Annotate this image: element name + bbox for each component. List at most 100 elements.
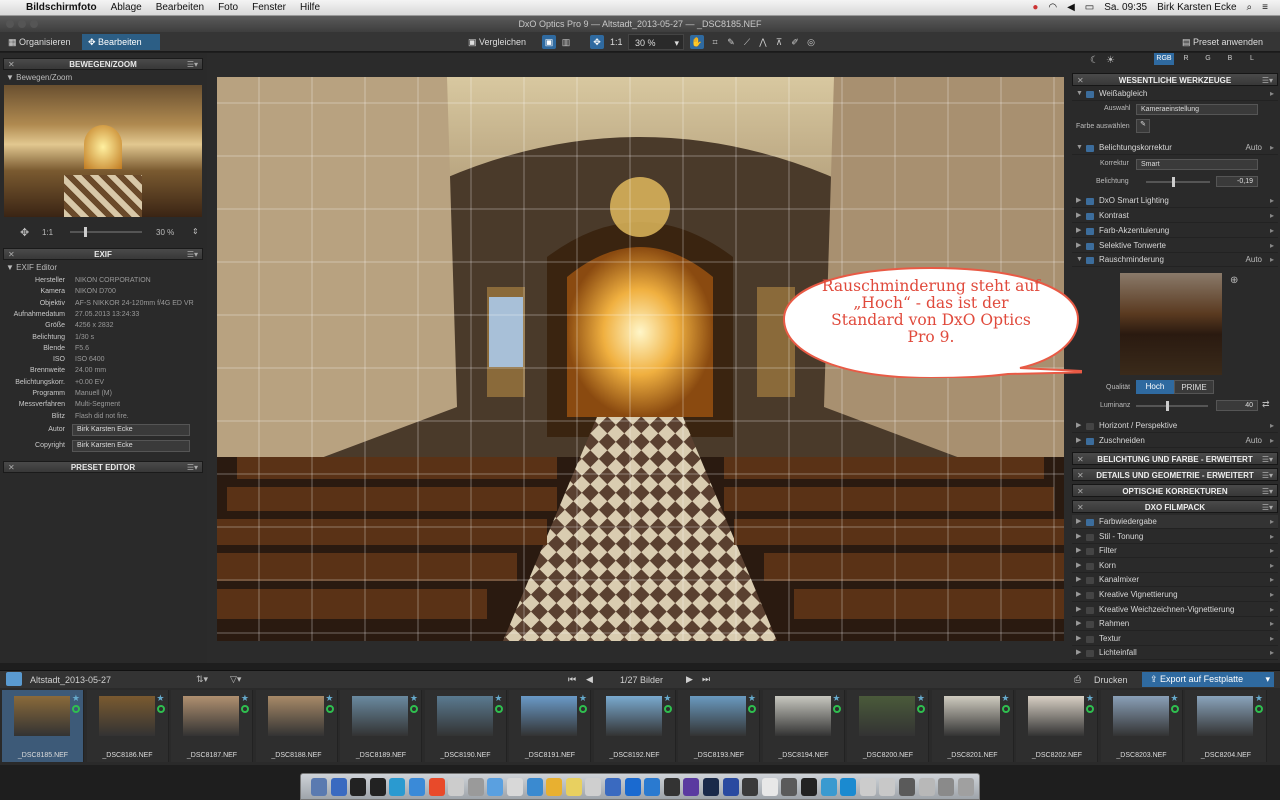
luminance-slider-thumb[interactable] bbox=[1166, 401, 1169, 411]
section-exposure-advanced[interactable]: ✕ BELICHTUNG UND FARBE - ERWEITERT ☰▾ bbox=[1072, 452, 1278, 465]
dock-app-icon[interactable] bbox=[487, 778, 504, 796]
eyedropper-button[interactable]: ✎ bbox=[1136, 119, 1150, 133]
hand-tool-icon[interactable]: ✋ bbox=[690, 35, 704, 49]
red-eye-icon[interactable]: ◎ bbox=[804, 35, 818, 49]
panel-menu-icon[interactable]: ☰▾ bbox=[1262, 469, 1273, 482]
thumbnail[interactable]: ★ _DSC8204.NEF bbox=[1185, 690, 1267, 762]
dock-app-icon[interactable] bbox=[644, 778, 661, 796]
dock-app-icon[interactable] bbox=[369, 778, 386, 796]
minimize-window-button[interactable] bbox=[18, 20, 26, 28]
close-icon[interactable]: ✕ bbox=[1077, 485, 1084, 498]
dock-app-icon[interactable] bbox=[663, 778, 680, 796]
dock-app-icon[interactable] bbox=[801, 778, 817, 796]
zoom-select[interactable]: 30 % ▾ bbox=[628, 34, 684, 50]
menu-fenster[interactable]: Fenster bbox=[252, 2, 286, 13]
star-icon[interactable]: ★ bbox=[832, 693, 840, 704]
section-optical-corrections[interactable]: ✕ OPTISCHE KORREKTUREN ☰▾ bbox=[1072, 484, 1278, 497]
edit-tab[interactable]: ✥ Bearbeiten bbox=[82, 34, 160, 50]
organize-tab[interactable]: ▦ Organisieren bbox=[2, 34, 77, 50]
dock-app-icon[interactable] bbox=[507, 778, 523, 796]
clock[interactable]: Sa. 09:35 bbox=[1104, 2, 1147, 13]
last-image-icon[interactable]: ⏭ bbox=[702, 674, 710, 685]
preset-editor-header[interactable]: ✕ PRESET EDITOR ☰▾ bbox=[3, 461, 203, 473]
channel-rgb-button[interactable]: RGB bbox=[1154, 53, 1174, 65]
navigator-thumbnail[interactable] bbox=[4, 85, 202, 217]
star-icon[interactable]: ★ bbox=[325, 693, 333, 704]
menu-hilfe[interactable]: Hilfe bbox=[300, 2, 320, 13]
dock-app-icon[interactable] bbox=[781, 778, 798, 796]
previous-image-icon[interactable]: ◀ bbox=[586, 674, 593, 685]
author-field[interactable]: Birk Karsten Ecke bbox=[72, 424, 190, 436]
channel-b-button[interactable]: B bbox=[1220, 53, 1240, 65]
filmpack-tool[interactable]: ▶ Filter ▸ bbox=[1072, 544, 1278, 559]
thumbnail[interactable]: ★ _DSC8193.NEF bbox=[678, 690, 760, 762]
zoom-slider[interactable] bbox=[70, 227, 142, 237]
printer-icon[interactable]: ⎙ bbox=[1074, 674, 1081, 685]
zoom-slider-thumb[interactable] bbox=[84, 227, 87, 237]
luminance-slider[interactable] bbox=[1136, 401, 1208, 411]
star-icon[interactable]: ★ bbox=[1255, 693, 1263, 704]
exif-editor-sub[interactable]: ▼ EXIF Editor bbox=[6, 263, 57, 272]
dock-app-icon[interactable] bbox=[350, 778, 367, 796]
close-icon[interactable]: ✕ bbox=[8, 462, 15, 474]
dock-app-icon[interactable] bbox=[722, 778, 739, 796]
close-icon[interactable]: ✕ bbox=[1077, 74, 1084, 87]
dock-app-icon[interactable] bbox=[467, 778, 484, 796]
dock-app-icon[interactable] bbox=[409, 778, 425, 796]
star-icon[interactable]: ★ bbox=[663, 693, 671, 704]
noise-reduction-tool[interactable]: ▼ Rauschminderung Auto ▸ bbox=[1072, 253, 1278, 267]
single-view-icon[interactable]: ▣ bbox=[542, 35, 556, 49]
star-icon[interactable]: ★ bbox=[72, 693, 80, 704]
filmpack-tool[interactable]: ▶ Lichteinfall ▸ bbox=[1072, 646, 1278, 661]
moon-icon[interactable]: ☾ bbox=[1090, 55, 1099, 66]
dock-app-icon[interactable] bbox=[683, 778, 700, 796]
exposure-slider[interactable] bbox=[1146, 177, 1210, 187]
color-accent-tool[interactable]: ▶ Farb-Akzentuierung ▸ bbox=[1072, 224, 1278, 238]
close-icon[interactable]: ✕ bbox=[1077, 469, 1084, 482]
dock-app-icon[interactable] bbox=[565, 778, 582, 796]
list-icon[interactable]: ≡ bbox=[1262, 2, 1268, 13]
zoom-window-button[interactable] bbox=[30, 20, 38, 28]
panel-menu-icon[interactable]: ☰▾ bbox=[1262, 485, 1273, 498]
panel-menu-icon[interactable]: ☰▾ bbox=[1262, 453, 1273, 466]
move-icon[interactable]: ✥ bbox=[20, 226, 29, 239]
apply-preset-button[interactable]: ▤ Preset anwenden bbox=[1176, 34, 1269, 50]
split-view-icon[interactable]: ▥ bbox=[559, 35, 573, 49]
thumbnail[interactable]: ★ _DSC8186.NEF bbox=[86, 690, 169, 762]
channel-r-button[interactable]: R bbox=[1176, 53, 1196, 65]
exposure-comp-tool[interactable]: ▼ Belichtungskorrektur Auto ▸ bbox=[1072, 141, 1278, 155]
contrast-tool[interactable]: ▶ Kontrast ▸ bbox=[1072, 209, 1278, 223]
thumbnail[interactable]: ★ _DSC8192.NEF bbox=[593, 690, 676, 762]
panel-menu-icon[interactable]: ☰▾ bbox=[187, 462, 198, 474]
horizon-tool-icon[interactable]: ⟋ bbox=[740, 35, 754, 49]
sun-icon[interactable]: ☀ bbox=[1106, 55, 1115, 66]
print-button[interactable]: Drucken bbox=[1094, 675, 1128, 685]
dock-app-icon[interactable] bbox=[742, 778, 759, 796]
close-icon[interactable]: ✕ bbox=[8, 59, 15, 71]
horizon-tool[interactable]: ▶ Horizont / Perspektive ▸ bbox=[1072, 419, 1278, 433]
menu-app-name[interactable]: Bildschirmfoto bbox=[26, 2, 97, 13]
thumbnail[interactable]: ★ _DSC8200.NEF bbox=[847, 690, 929, 762]
star-icon[interactable]: ★ bbox=[579, 693, 587, 704]
move-zoom-sub[interactable]: ▼ Bewegen/Zoom bbox=[6, 73, 72, 82]
thumbnail[interactable]: ★ _DSC8185.NEF bbox=[2, 690, 84, 762]
nav-ratio[interactable]: 1:1 bbox=[42, 228, 53, 237]
thumbnail[interactable]: ★ _DSC8194.NEF bbox=[762, 690, 845, 762]
dock-app-icon[interactable] bbox=[820, 778, 837, 796]
move-tool-icon[interactable]: ✥ bbox=[590, 35, 604, 49]
close-icon[interactable]: ✕ bbox=[1077, 501, 1084, 514]
dock-app-icon[interactable] bbox=[585, 778, 602, 796]
dock-app-icon[interactable] bbox=[840, 778, 857, 796]
menu-bearbeiten[interactable]: Bearbeiten bbox=[156, 2, 204, 13]
filmpack-tool[interactable]: ▶ Kreative Weichzeichnen-Vignettierung ▸ bbox=[1072, 603, 1278, 617]
star-icon[interactable]: ★ bbox=[241, 693, 249, 704]
menu-ablage[interactable]: Ablage bbox=[111, 2, 142, 13]
dock-app-icon[interactable] bbox=[761, 778, 778, 796]
dock-app-icon[interactable] bbox=[703, 778, 719, 796]
stepper-icon[interactable]: ⇕ bbox=[192, 227, 199, 236]
export-button[interactable]: ⇪ Export auf Festplatte ▾ bbox=[1142, 672, 1274, 687]
white-balance-tool[interactable]: ▼ Weißabgleich ▸ bbox=[1072, 87, 1278, 101]
thumbnail[interactable]: ★ _DSC8201.NEF bbox=[931, 690, 1014, 762]
close-icon[interactable]: ✕ bbox=[8, 249, 15, 261]
exif-header[interactable]: ✕ EXIF ☰▾ bbox=[3, 248, 203, 260]
